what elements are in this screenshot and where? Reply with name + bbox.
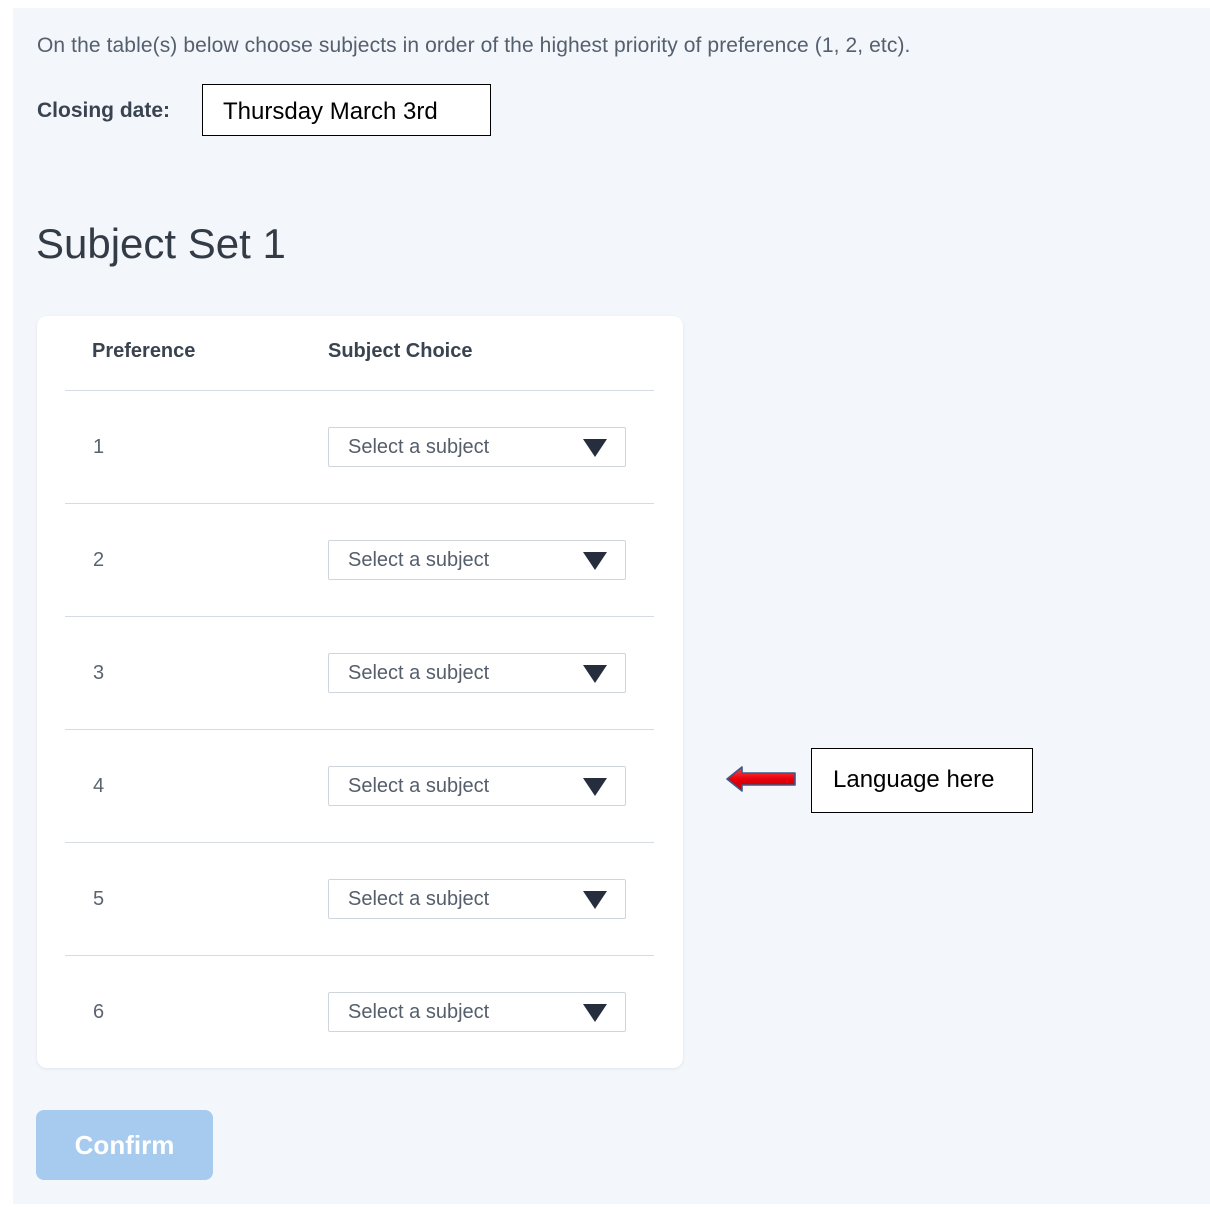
table-row: 6 Select a subject xyxy=(65,956,654,1069)
language-annotation-box: Language here xyxy=(811,748,1033,813)
subject-select[interactable]: Select a subject xyxy=(328,653,626,693)
header-subject-choice: Subject Choice xyxy=(328,340,473,362)
table-row: 2 Select a subject xyxy=(65,504,654,617)
caret-down-icon xyxy=(583,778,607,796)
subject-select-placeholder: Select a subject xyxy=(348,888,490,910)
confirm-button[interactable]: Confirm xyxy=(36,1110,213,1180)
instructions-text: On the table(s) below choose subjects in… xyxy=(37,34,911,57)
subject-select-placeholder: Select a subject xyxy=(348,1001,490,1023)
caret-down-icon xyxy=(583,665,607,683)
table-row: 3 Select a subject xyxy=(65,617,654,730)
closing-date-box: Thursday March 3rd xyxy=(202,84,491,136)
caret-down-icon xyxy=(583,891,607,909)
preference-number: 4 xyxy=(93,775,105,797)
preference-number: 6 xyxy=(93,1001,105,1023)
table-row: 4 Select a subject xyxy=(65,730,654,843)
preference-number: 2 xyxy=(93,549,105,571)
table-row: 1 Select a subject xyxy=(65,391,654,504)
table-row: 5 Select a subject xyxy=(65,843,654,956)
preference-number: 5 xyxy=(93,888,105,910)
header-preference: Preference xyxy=(92,340,196,362)
subject-select-placeholder: Select a subject xyxy=(348,775,490,797)
subject-select[interactable]: Select a subject xyxy=(328,540,626,580)
preference-number: 3 xyxy=(93,662,105,684)
subject-select-placeholder: Select a subject xyxy=(348,549,490,571)
subject-set-title: Subject Set 1 xyxy=(36,220,286,267)
caret-down-icon xyxy=(583,552,607,570)
subject-select-placeholder: Select a subject xyxy=(348,662,490,684)
preference-number: 1 xyxy=(93,436,105,458)
closing-date-label: Closing date: xyxy=(37,99,171,122)
subject-select[interactable]: Select a subject xyxy=(328,427,626,467)
left-arrow-icon xyxy=(726,766,796,792)
subject-select-placeholder: Select a subject xyxy=(348,436,490,458)
caret-down-icon xyxy=(583,1004,607,1022)
caret-down-icon xyxy=(583,439,607,457)
subject-select[interactable]: Select a subject xyxy=(328,992,626,1032)
subject-select[interactable]: Select a subject xyxy=(328,879,626,919)
subject-select[interactable]: Select a subject xyxy=(328,766,626,806)
